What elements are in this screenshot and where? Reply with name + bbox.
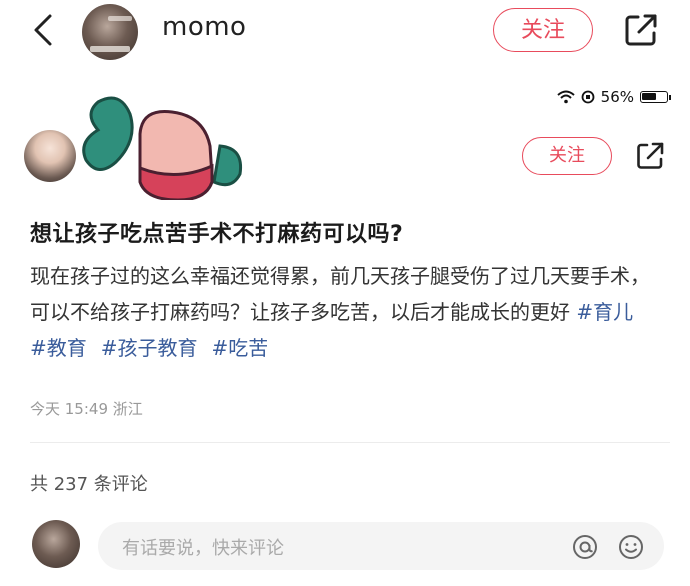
top-avatar[interactable] — [82, 4, 138, 60]
post-body-text: 现在孩子过的这么幸福还觉得累，前几天孩子腿受伤了过几天要手术，可以不给孩子打麻药… — [30, 264, 650, 324]
post-share-icon[interactable] — [634, 140, 666, 172]
hashtag-parenting[interactable]: #育儿 — [576, 300, 633, 324]
user-avatar — [32, 520, 80, 568]
post-title: 想让孩子吃点苦手术不打麻药可以吗? — [30, 222, 404, 247]
comment-count: 共 237 条评论 — [30, 474, 148, 495]
wifi-icon — [556, 90, 575, 104]
back-icon[interactable] — [26, 10, 60, 50]
hashtag-child-education[interactable]: #孩子教育 — [101, 336, 198, 360]
emoji-icon[interactable] — [618, 534, 644, 560]
at-icon[interactable] — [572, 534, 598, 560]
rotation-lock-icon — [581, 90, 595, 104]
author-avatar[interactable] — [24, 130, 76, 182]
sticker-decoration — [82, 96, 243, 200]
divider — [30, 442, 670, 443]
battery-icon — [640, 91, 671, 103]
hashtag-hardship[interactable]: #吃苦 — [212, 336, 269, 360]
post-body: 现在孩子过的这么幸福还觉得累，前几天孩子腿受伤了过几天要手术，可以不给孩子打麻药… — [30, 258, 660, 366]
follow-button[interactable]: 关注 — [493, 8, 593, 52]
comment-input[interactable]: 有话要说，快来评论 — [98, 522, 664, 570]
battery-percent: 56% — [600, 88, 634, 106]
share-icon[interactable] — [622, 11, 660, 49]
status-bar: 56% — [556, 86, 671, 108]
top-username[interactable]: momo — [162, 12, 246, 42]
post-meta: 今天 15:49 浙江 — [30, 400, 143, 418]
top-bar: momo 关注 — [0, 0, 690, 62]
post-follow-button[interactable]: 关注 — [522, 137, 612, 175]
hashtag-education[interactable]: #教育 — [30, 336, 87, 360]
comment-placeholder: 有话要说，快来评论 — [122, 538, 284, 559]
